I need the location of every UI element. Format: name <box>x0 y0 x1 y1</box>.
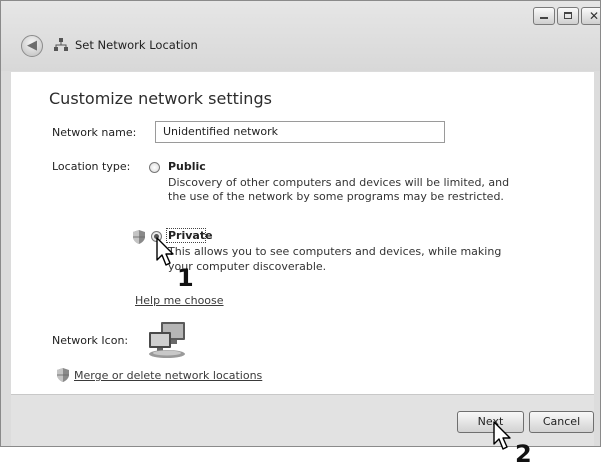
shield-icon <box>133 230 145 244</box>
page-title: Customize network settings <box>49 89 272 108</box>
title-bar: ✕ ◀ Set Network Location <box>1 1 600 71</box>
merge-delete-locations-link[interactable]: Merge or delete network locations <box>74 369 262 382</box>
network-icon <box>54 38 68 51</box>
network-name-field[interactable]: Unidentified network <box>155 121 445 143</box>
private-description-line1: This allows you to see computers and dev… <box>168 245 502 258</box>
network-computers-icon[interactable] <box>145 320 189 360</box>
network-icon-label: Network Icon: <box>52 334 129 347</box>
minimize-icon <box>540 17 548 19</box>
step-number-1: 1 <box>177 264 194 292</box>
back-arrow-icon: ◀ <box>27 38 37 53</box>
maximize-button[interactable] <box>557 7 579 25</box>
network-name-label: Network name: <box>52 126 137 139</box>
pointer-cursor-icon-2 <box>493 421 511 450</box>
close-icon: ✕ <box>589 9 600 23</box>
public-radio[interactable] <box>149 162 160 173</box>
pointer-cursor-icon <box>156 237 174 266</box>
help-me-choose-link[interactable]: Help me choose <box>135 294 224 307</box>
back-button[interactable]: ◀ <box>21 35 43 57</box>
public-description-line2: the use of the network by some programs … <box>168 190 504 203</box>
step-number-2: 2 <box>515 440 532 468</box>
content-area: Customize network settings Network name:… <box>11 72 594 394</box>
window-title: Set Network Location <box>75 38 198 52</box>
cancel-button[interactable]: Cancel <box>529 411 594 433</box>
public-description-line1: Discovery of other computers and devices… <box>168 176 510 189</box>
merge-shield-icon <box>57 368 69 382</box>
location-type-label: Location type: <box>52 160 131 173</box>
set-network-location-window: ✕ ◀ Set Network Location Customize netwo… <box>0 0 601 447</box>
public-option-label[interactable]: Public <box>168 160 206 173</box>
minimize-button[interactable] <box>533 7 555 25</box>
maximize-icon <box>564 12 572 19</box>
close-button[interactable]: ✕ <box>581 7 600 25</box>
next-button[interactable]: Next <box>457 411 524 433</box>
